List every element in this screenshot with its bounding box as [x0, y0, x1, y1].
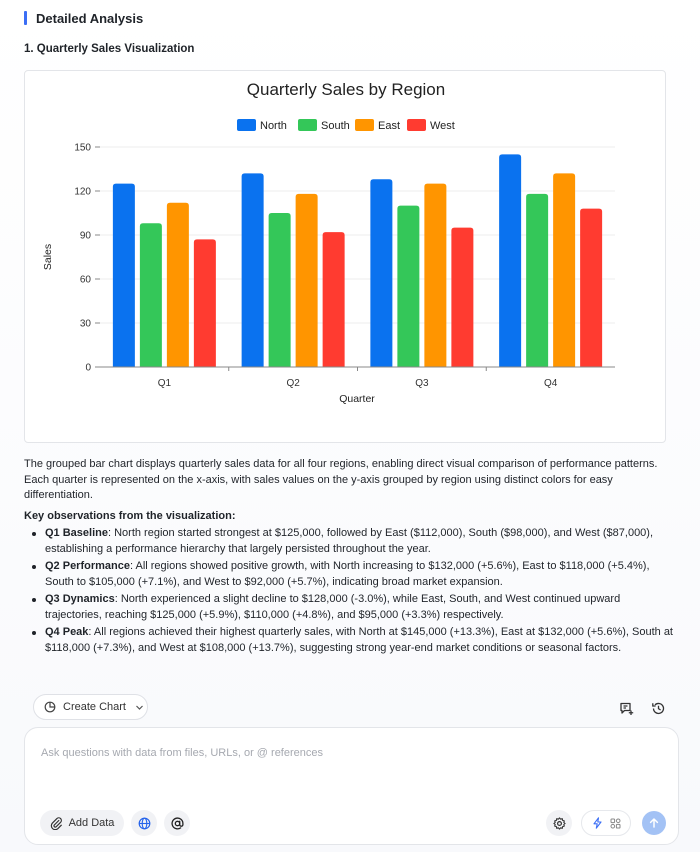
- legend-swatch-east: [355, 119, 374, 131]
- bar-north-q4: [499, 154, 522, 367]
- observation-label: Q1 Baseline: [45, 527, 108, 539]
- bar-west-q1: [193, 239, 216, 367]
- y-tick-label: 150: [74, 143, 91, 154]
- legend-label-south: South: [321, 120, 350, 132]
- lightning-icon[interactable]: [592, 817, 603, 829]
- bar-east-q1: [166, 202, 189, 367]
- pie-chart-icon: [44, 701, 56, 713]
- web-search-button[interactable]: [131, 810, 157, 836]
- globe-icon: [138, 817, 150, 829]
- legend-swatch-south: [298, 119, 317, 131]
- create-chart-label: Create Chart: [63, 701, 126, 713]
- bar-east-q4: [553, 173, 576, 367]
- legend-label-north: North: [260, 120, 287, 132]
- x-tick-label: Q4: [544, 378, 558, 389]
- observation-label: Q2 Performance: [45, 560, 130, 572]
- y-tick-label: 60: [80, 275, 92, 286]
- history-button[interactable]: [647, 697, 669, 719]
- observation-item: Q2 Performance: All regions showed posit…: [24, 559, 674, 590]
- bar-west-q3: [451, 227, 474, 367]
- observation-text: : All regions showed positive growth, wi…: [45, 560, 650, 588]
- y-tick-label: 30: [80, 319, 92, 330]
- mention-button[interactable]: [164, 810, 190, 836]
- add-data-button[interactable]: Add Data: [40, 810, 124, 836]
- chevron-down-icon: [136, 705, 143, 710]
- at-sign-icon: [170, 816, 184, 830]
- section-title: Detailed Analysis: [36, 10, 144, 26]
- analysis-paragraph: The grouped bar chart displays quarterly…: [24, 458, 658, 501]
- bar-west-q2: [322, 232, 345, 367]
- y-tick-label: 120: [74, 187, 91, 198]
- paperclip-icon: [50, 816, 62, 830]
- y-tick-label: 0: [85, 363, 91, 374]
- add-data-label: Add Data: [68, 817, 115, 829]
- bar-east-q3: [424, 183, 447, 367]
- create-chart-button[interactable]: Create Chart: [33, 694, 148, 720]
- bar-south-q1: [139, 223, 162, 367]
- legend-label-east: East: [378, 120, 400, 132]
- legend-swatch-west: [407, 119, 426, 131]
- x-tick-label: Q2: [286, 378, 300, 389]
- x-tick-label: Q1: [158, 378, 172, 389]
- chart-legend: North South East West: [237, 119, 455, 132]
- chat-composer: Add Data: [24, 727, 679, 845]
- bar-south-q2: [268, 213, 291, 367]
- section-accent-bar: [24, 11, 27, 25]
- observation-text: : North region started strongest at $125…: [45, 527, 654, 555]
- chart-title: Quarterly Sales by Region: [247, 80, 445, 99]
- bar-south-q4: [526, 193, 549, 367]
- observation-text: : All regions achieved their highest qua…: [45, 626, 673, 654]
- section-header: Detailed Analysis: [24, 10, 143, 26]
- settings-button[interactable]: [546, 810, 572, 836]
- bar-south-q3: [397, 205, 420, 367]
- observation-label: Q4 Peak: [45, 626, 89, 638]
- observation-label: Q3 Dynamics: [45, 593, 115, 605]
- bar-north-q3: [370, 179, 393, 367]
- bar-chart: Quarterly Sales by Region North South East…: [42, 80, 615, 405]
- send-button[interactable]: [642, 811, 666, 835]
- chart-bars: [112, 154, 603, 367]
- history-icon: [651, 702, 664, 714]
- observations-list: Q1 Baseline: North region started strong…: [24, 526, 674, 658]
- message-plus-icon: [619, 702, 633, 715]
- bar-north-q1: [112, 183, 135, 367]
- bar-west-q4: [580, 208, 603, 367]
- new-chat-button[interactable]: [615, 697, 637, 719]
- x-axis-label: Quarter: [339, 393, 375, 405]
- observation-item: Q4 Peak: All regions achieved their high…: [24, 625, 674, 656]
- gear-icon: [552, 816, 566, 830]
- observation-text: : North experienced a slight decline to …: [45, 593, 621, 621]
- mode-toggle[interactable]: [581, 810, 631, 836]
- arrow-up-icon: [649, 818, 659, 828]
- legend-swatch-north: [237, 119, 256, 131]
- y-axis-label: Sales: [42, 244, 54, 270]
- observation-item: Q3 Dynamics: North experienced a slight …: [24, 592, 674, 623]
- chat-input[interactable]: [39, 746, 643, 760]
- bar-north-q2: [241, 173, 264, 367]
- bar-east-q2: [295, 193, 318, 367]
- y-tick-label: 90: [80, 231, 92, 242]
- observation-item: Q1 Baseline: North region started strong…: [24, 526, 674, 557]
- legend-label-west: West: [430, 120, 455, 132]
- observations-heading: Key observations from the visualization:: [24, 510, 236, 522]
- grid-icon[interactable]: [610, 818, 621, 829]
- chart-card: Quarterly Sales by Region North South East…: [24, 70, 666, 443]
- subsection-title: 1. Quarterly Sales Visualization: [24, 43, 195, 55]
- x-tick-label: Q3: [415, 378, 429, 389]
